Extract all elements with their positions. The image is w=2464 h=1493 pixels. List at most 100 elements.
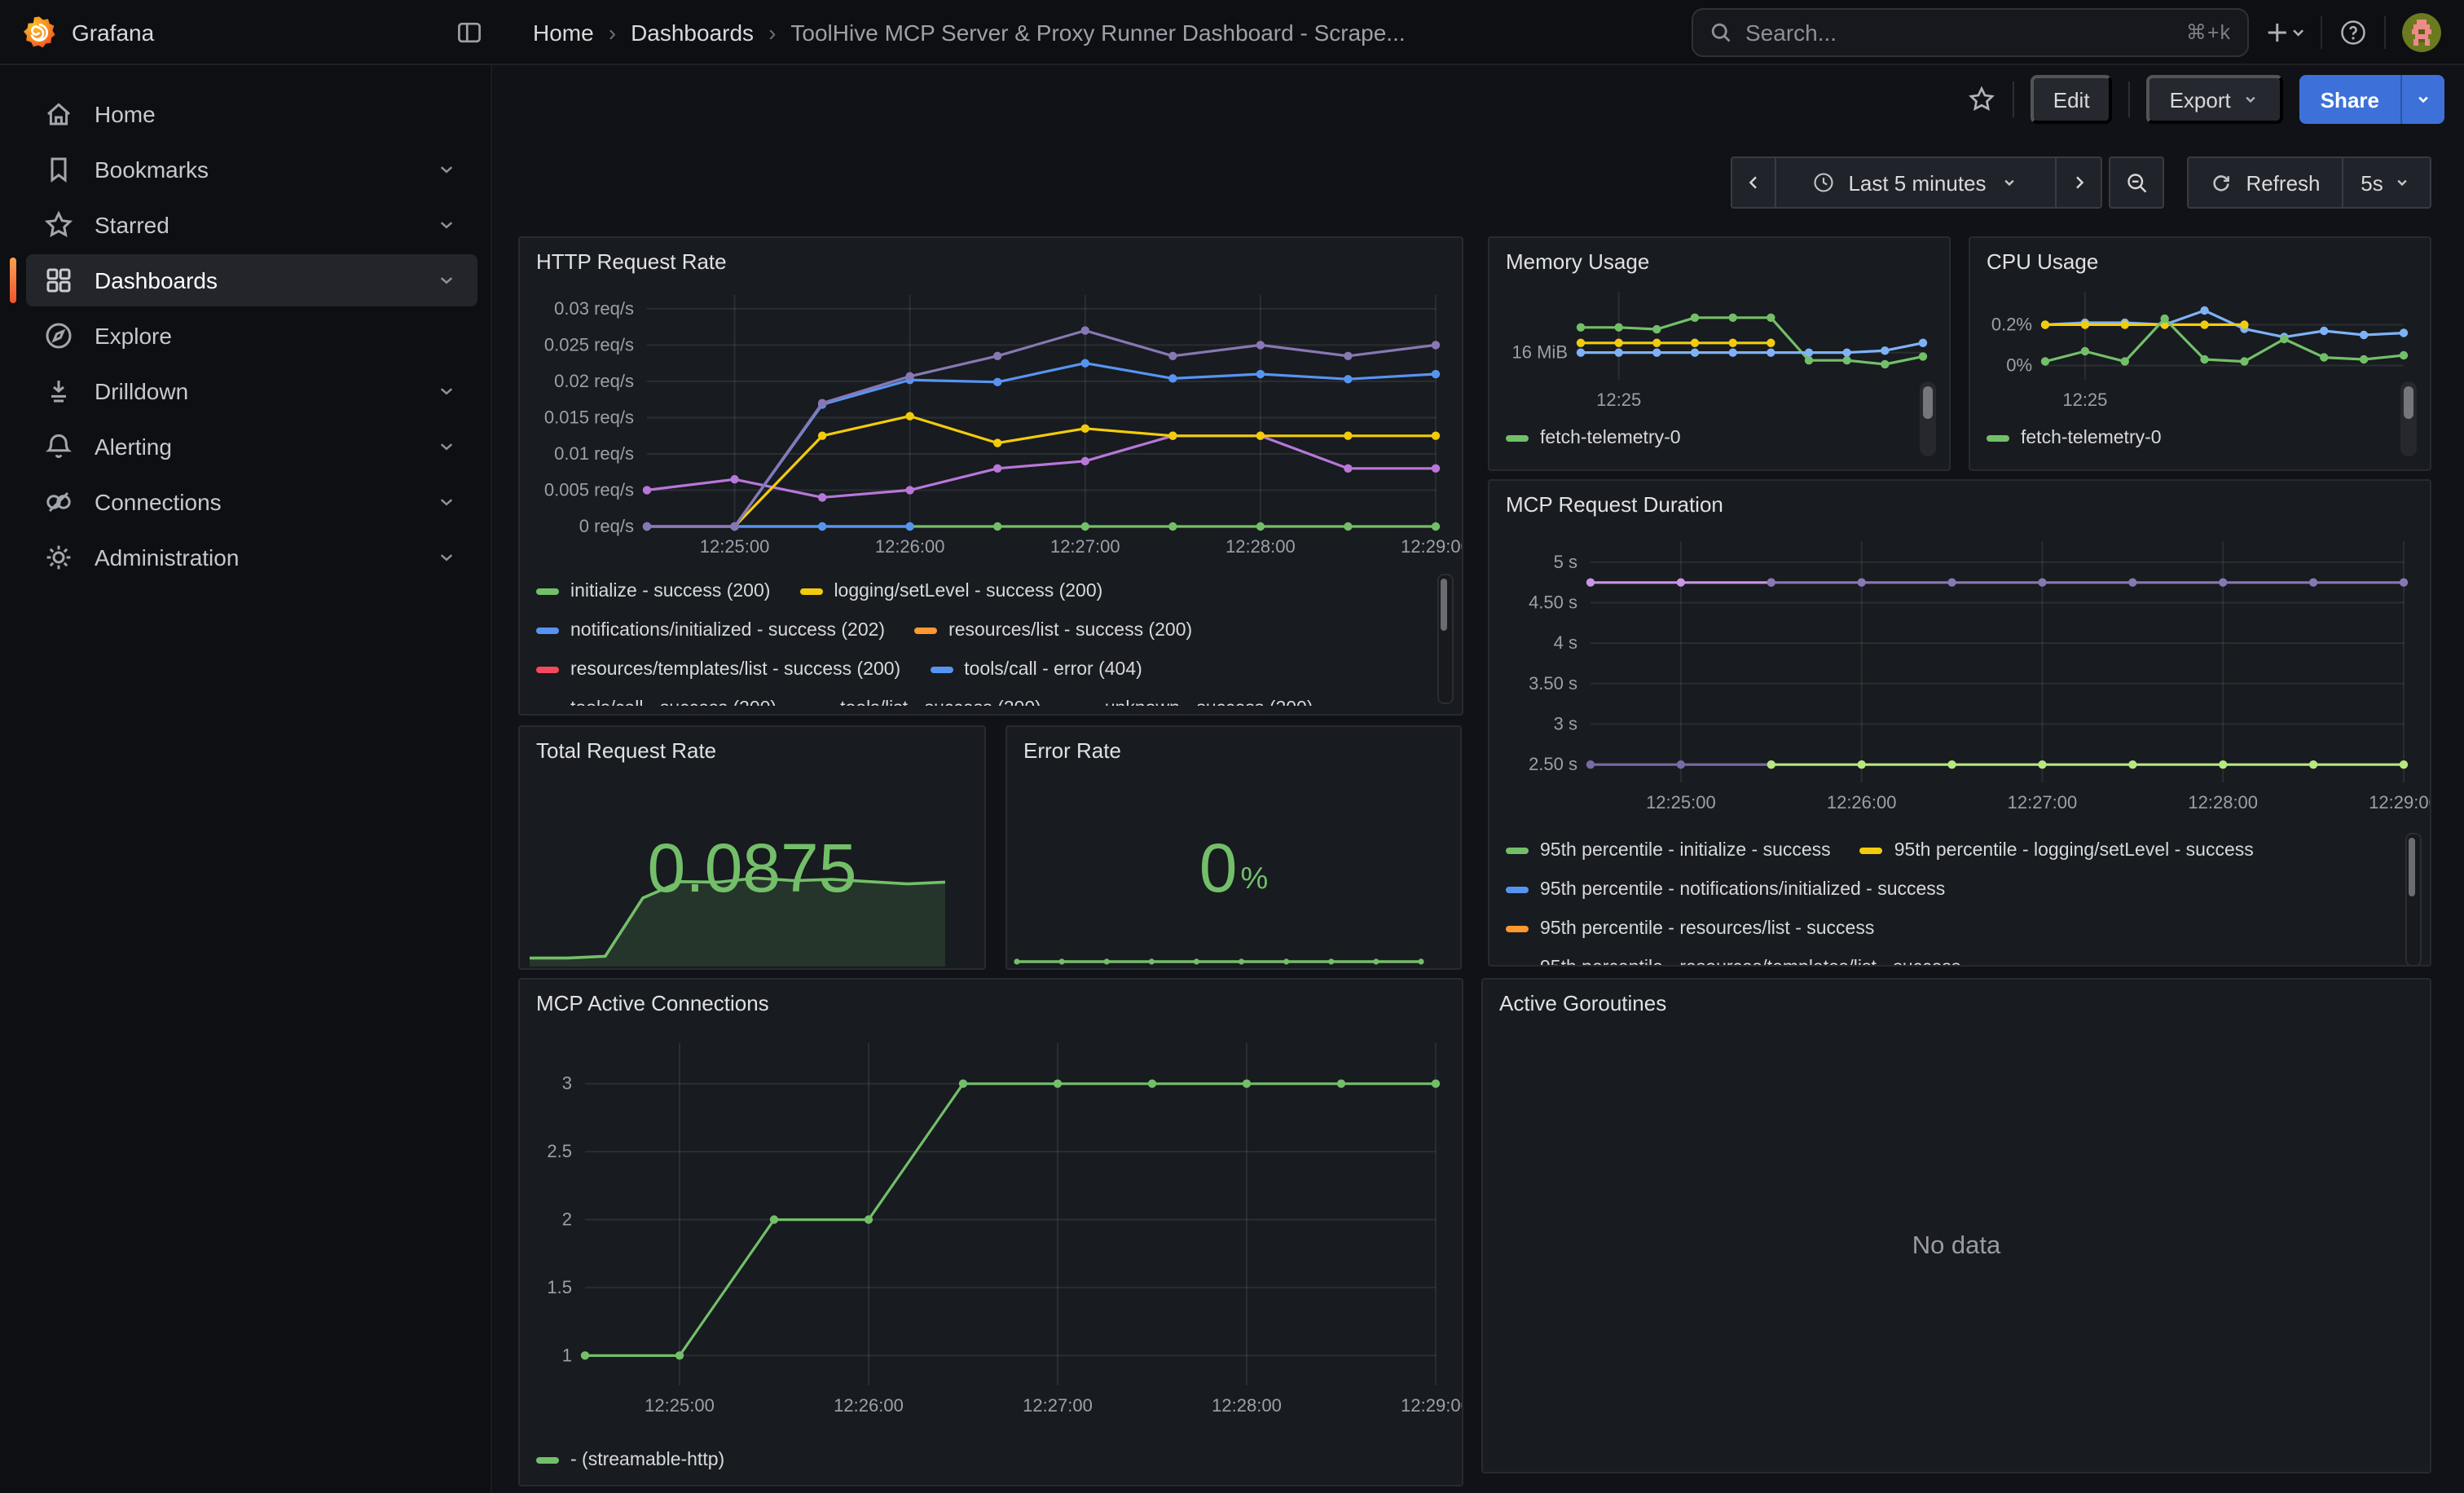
stat-value-wrap: 0.0875 [520,769,984,968]
panel-scrollbar[interactable] [2400,381,2417,456]
help-icon[interactable] [2339,9,2368,55]
legend-item[interactable]: 95th percentile - initialize - success [1506,841,1831,861]
legend-item[interactable]: fetch-telemetry-0 [1506,429,1681,448]
bell-icon [42,430,75,463]
svg-text:12:26:00: 12:26:00 [875,536,945,557]
active-indicator [10,258,16,303]
legend-item[interactable]: tools/call - error (404) [930,660,1142,680]
legend-scrollbar[interactable] [2405,833,2422,967]
legend-item[interactable]: resources/templates/list - success (200) [536,660,900,680]
legend-item[interactable]: fetch-telemetry-0 [1987,429,2162,448]
legend-item[interactable]: 95th percentile - resources/templates/li… [1506,958,1960,967]
sidebar-item-label: Home [95,101,477,127]
legend-item[interactable]: resources/list - success (200) [914,621,1192,641]
legend-item[interactable]: - (streamable-http) [536,1451,724,1470]
chevron-down-icon[interactable] [435,546,458,569]
svg-text:16 MiB: 16 MiB [1512,342,1568,363]
chevron-down-icon [2413,90,2433,109]
panel-title[interactable]: Total Request Rate [520,727,984,768]
svg-text:2: 2 [562,1209,572,1230]
star-dashboard-icon[interactable] [1967,85,1996,114]
zoom-out-button[interactable] [2109,156,2164,209]
svg-text:12:28:00: 12:28:00 [1225,536,1296,557]
panel-title[interactable]: MCP Request Duration [1489,481,2430,522]
sidebar-item-bookmarks[interactable]: Bookmarks [13,143,477,196]
timeseries-chart[interactable]: 12:25:0012:26:0012:27:0012:28:0012:29:00… [1489,522,2430,828]
panel-scrollbar-thumb[interactable] [2404,386,2413,419]
panel-title[interactable]: Error Rate [1007,727,1460,768]
svg-text:12:25: 12:25 [1596,390,1641,410]
dashboard-toolbar: Edit Export Share [492,65,2464,134]
timeseries-chart[interactable]: 12:25:0012:26:0012:27:0012:28:0012:29:00… [520,279,1462,569]
legend-item[interactable]: 95th percentile - resources/list - succe… [1506,919,1874,939]
chevron-down-icon[interactable] [435,269,458,292]
legend-scrollbar-thumb[interactable] [2409,838,2415,896]
legend-label: fetch-telemetry-0 [1540,429,1681,448]
chevron-down-icon[interactable] [435,435,458,458]
legend-item[interactable]: initialize - success (200) [536,582,770,601]
panel-title[interactable]: CPU Usage [1970,238,2430,279]
sidebar-item-drilldown[interactable]: Drilldown [13,365,477,417]
legend-item[interactable]: 95th percentile - notifications/initiali… [1506,880,1945,900]
sidebar-item-starred[interactable]: Starred [13,199,477,251]
user-avatar[interactable] [2402,12,2441,51]
time-forward-button[interactable] [2057,156,2102,209]
legend-item[interactable]: logging/setLevel - success (200) [799,582,1102,601]
timeseries-chart[interactable]: 12:250.2%0% [1970,279,2430,416]
panel-scrollbar[interactable] [1920,381,1936,456]
breadcrumb: Home › Dashboards › ToolHive MCP Server … [533,19,1406,45]
legend-swatch-icon [1506,965,1529,967]
panel-title[interactable]: HTTP Request Rate [520,238,1462,279]
chevron-down-icon[interactable] [435,214,458,236]
chevron-down-icon [2393,173,2413,192]
sidebar-item-label: Dashboards [95,267,435,293]
panel-title[interactable]: Memory Usage [1489,238,1949,279]
add-new-button[interactable] [2265,9,2304,55]
panel-title[interactable]: Active Goroutines [1483,980,2430,1020]
time-range-picker[interactable]: Last 5 minutes [1776,156,2057,209]
legend-item[interactable]: unknown - success (200) [1071,699,1313,706]
svg-text:5 s: 5 s [1554,552,1577,572]
sidebar-collapse-icon[interactable] [448,11,491,53]
panel-title[interactable]: MCP Active Connections [520,980,1462,1020]
refresh-button[interactable]: Refresh [2187,156,2343,209]
legend-item[interactable]: tools/list - success (200) [806,699,1041,706]
sidebar-item-connections[interactable]: Connections [13,476,477,528]
share-menu-button[interactable] [2400,75,2444,124]
clock-icon [1812,171,1835,194]
brand-name: Grafana [72,19,154,45]
legend-scrollbar-thumb[interactable] [1441,579,1447,631]
svg-text:0.02 req/s: 0.02 req/s [554,371,634,391]
breadcrumb-home[interactable]: Home [533,19,594,45]
panel-legend: initialize - success (200) logging/setLev… [536,572,1462,706]
share-button[interactable]: Share [2299,75,2400,124]
link-icon [42,486,75,518]
legend-item[interactable]: 95th percentile - logging/setLevel - suc… [1860,841,2254,861]
breadcrumb-dashboards[interactable]: Dashboards [631,19,754,45]
refresh-interval-picker[interactable]: 5s [2343,156,2431,209]
chevron-down-icon[interactable] [435,158,458,181]
timeseries-chart[interactable]: 12:25 16 MiB [1489,279,1949,416]
star-icon [42,209,75,241]
sidebar-item-explore[interactable]: Explore [13,310,477,362]
svg-text:12:28:00: 12:28:00 [1212,1395,1282,1416]
search-input[interactable]: Search... ⌘+k [1692,7,2249,56]
export-button[interactable]: Export [2147,75,2283,124]
chevron-down-icon[interactable] [435,491,458,513]
timeseries-chart[interactable]: 12:25:0012:26:0012:27:0012:28:0012:29:00… [520,1020,1462,1438]
legend-scrollbar[interactable] [1437,574,1454,704]
legend-item[interactable]: tools/call - success (200) [536,699,777,706]
sidebar-item-alerting[interactable]: Alerting [13,421,477,473]
sidebar-item-administration[interactable]: Administration [13,531,477,584]
panel-scrollbar-thumb[interactable] [1923,386,1933,419]
time-back-button[interactable] [1731,156,1776,209]
chevron-down-icon[interactable] [435,380,458,403]
legend-item[interactable]: notifications/initialized - success (202… [536,621,885,641]
sidebar-item-home[interactable]: Home [13,88,477,140]
svg-text:12:27:00: 12:27:00 [2008,792,2078,813]
svg-text:12:29:00: 12:29:00 [2369,792,2430,813]
legend-label: - (streamable-http) [570,1451,724,1470]
edit-button[interactable]: Edit [2031,75,2113,124]
sidebar-item-dashboards[interactable]: Dashboards [26,254,477,306]
svg-text:4 s: 4 s [1554,632,1577,653]
